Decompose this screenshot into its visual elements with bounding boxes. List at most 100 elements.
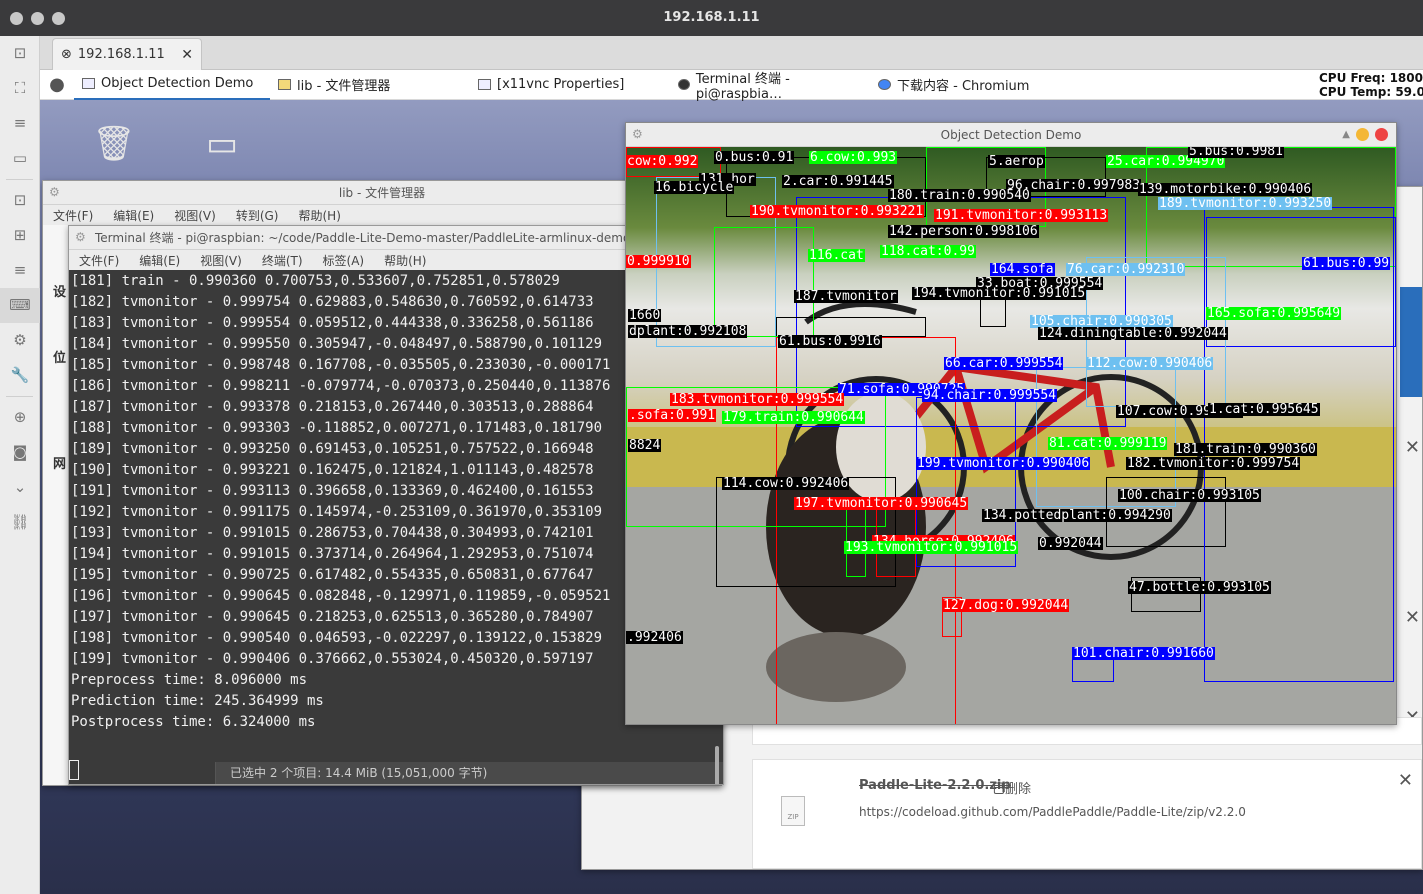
cpu-temp: CPU Temp: 59.0° <box>1319 85 1423 99</box>
gear-icon[interactable]: ⚙ <box>75 230 86 244</box>
menu-edit[interactable]: 编辑(E) <box>139 252 180 269</box>
detection-label: 0.992044 <box>1038 536 1103 551</box>
remote-desktop: ● Object Detection Demo lib - 文件管理器 [x11… <box>40 70 1423 894</box>
close-icon[interactable]: ✕ <box>1405 607 1420 628</box>
detection-label: 100.chair:0.993105 <box>1118 488 1261 503</box>
detection-label: 183.tvmonitor:0.999554 <box>670 392 845 407</box>
download-status: 已删除 <box>992 782 1032 797</box>
menu-file[interactable]: 文件(F) <box>79 252 119 269</box>
detection-label: 114.cow:0.992406 <box>722 476 850 491</box>
detection-label: 193.tvmonitor:0.991015 <box>844 540 1019 555</box>
window-icon <box>82 78 95 89</box>
raspberry-menu-icon[interactable]: ● <box>40 74 74 95</box>
task-label: [x11vnc Properties] <box>497 77 625 92</box>
fullscreen-icon[interactable]: ⛶ <box>0 71 40 106</box>
detection-label: 142.person:0.998106 <box>888 224 1039 239</box>
task-label: Object Detection Demo <box>101 76 254 91</box>
menu-edit[interactable]: 编辑(E) <box>113 207 154 224</box>
menu-terminal[interactable]: 终端(T) <box>262 252 303 269</box>
menu-help[interactable]: 帮助(H) <box>384 252 426 269</box>
detection-label: 16.bicycle <box>654 180 735 195</box>
download-url[interactable]: https://codeload.github.com/PaddlePaddle… <box>859 805 1246 819</box>
download-file-name[interactable]: Paddle-Lite-2.2.0.zip <box>859 778 1011 793</box>
task-label: Terminal 终端 - pi@raspbia… <box>695 71 790 102</box>
object-detection-window: ⚙ Object Detection Demo ▲ cow:0.992 0.bus:… <box>625 122 1397 725</box>
detection-label: 194.tvmonitor:0.991015 <box>912 286 1087 301</box>
new-window-icon[interactable]: ⊕ <box>0 400 40 435</box>
bounding-box <box>716 477 896 587</box>
task-terminal[interactable]: Terminal 终端 - pi@raspbia… <box>670 70 870 102</box>
shade-icon[interactable]: ▲ <box>1342 129 1350 140</box>
window-title: lib - 文件管理器 <box>338 186 426 200</box>
download-close-icon[interactable]: ✕ <box>1398 770 1413 791</box>
task-chromium[interactable]: 下载内容 - Chromium <box>870 70 1070 100</box>
detection-label: 5.aerop <box>988 154 1045 169</box>
detection-label: 181.train:0.990360 <box>1174 442 1317 457</box>
minimize-button[interactable] <box>1356 128 1369 141</box>
fit-icon[interactable]: ⊞ <box>0 218 40 253</box>
detection-label: 2.car:0.991445 <box>782 174 894 189</box>
task-label: 下载内容 - Chromium <box>897 79 1030 94</box>
detection-label: 5.bus:0.9981 <box>1188 147 1284 159</box>
menu-view[interactable]: 视图(V) <box>174 207 216 224</box>
sidebar-divider <box>6 179 33 180</box>
detection-label: 61.bus:0.99 <box>1302 256 1391 271</box>
settings-icon[interactable]: ⚙ <box>0 323 40 358</box>
scale-icon[interactable]: ⊡ <box>0 36 40 71</box>
menu-help[interactable]: 帮助(H) <box>298 207 340 224</box>
detection-label: 94.chair:0.999554 <box>922 388 1058 403</box>
places-heading: 网 <box>53 457 67 472</box>
menu-go[interactable]: 转到(G) <box>236 207 279 224</box>
detection-label: 81.cat:0.999119 <box>1048 436 1168 451</box>
detection-label: 8824 <box>628 438 662 453</box>
detection-label: 6.cow:0.993 <box>809 150 898 165</box>
menu-file[interactable]: 文件(F) <box>53 207 93 224</box>
lxde-taskbar: ● Object Detection Demo lib - 文件管理器 [x11… <box>40 70 1423 102</box>
detection-label: 61.bus:0.9916 <box>778 334 882 349</box>
detection-label: dplant:0.992108 <box>628 324 748 339</box>
trash-icon[interactable]: 🗑 <box>90 124 138 164</box>
sidebar-divider <box>6 396 33 397</box>
detection-label: 164.sofa <box>990 262 1055 277</box>
connect-icon[interactable]: ⊡ <box>0 183 40 218</box>
wrench-icon[interactable]: 🔧 <box>0 358 40 393</box>
menu-icon[interactable]: ≡ <box>0 106 40 141</box>
detection-label: 1660 <box>628 308 662 323</box>
window-title: Terminal 终端 - pi@raspbian: ~/code/Paddle… <box>95 231 650 245</box>
camera-icon[interactable]: ◙ <box>0 435 40 470</box>
detection-label: 182.tvmonitor:0.999754 <box>1126 456 1301 471</box>
detection-label: 112.cow:0.990406 <box>1086 356 1214 371</box>
vnc-tab[interactable]: ⊗ 192.168.1.11 ✕ <box>52 38 202 70</box>
list-icon[interactable]: ≡ <box>0 253 40 288</box>
keyboard-icon[interactable]: ⌨ <box>0 288 40 323</box>
menu-view[interactable]: 视图(V) <box>200 252 242 269</box>
drive-icon[interactable]: ▭ <box>198 124 246 164</box>
detection-label: 139.motorbike:0.990406 <box>1138 182 1313 197</box>
gear-icon[interactable]: ⚙ <box>632 127 643 141</box>
task-x11vnc[interactable]: [x11vnc Properties] <box>470 70 670 100</box>
task-file-manager[interactable]: lib - 文件管理器 <box>270 70 470 100</box>
disconnect-icon[interactable]: ⛓ <box>0 505 40 540</box>
close-button[interactable] <box>1375 128 1388 141</box>
terminal-scrollbar[interactable] <box>715 746 719 784</box>
close-icon[interactable]: ✕ <box>1405 437 1420 458</box>
cpu-monitor: CPU Freq: 1800.4CPU Temp: 59.0° <box>1319 71 1423 99</box>
bounding-box <box>714 227 814 337</box>
chevron-down-icon[interactable]: ⌄ <box>0 470 40 505</box>
gear-icon[interactable]: ⚙ <box>49 185 60 199</box>
side-button[interactable] <box>1400 287 1422 397</box>
terminal-icon <box>678 79 690 90</box>
vnc-sidebar: ⊡ ⛶ ≡ ▭ ⊡ ⊞ ≡ ⌨ ⚙ 🔧 ⊕ ◙ ⌄ ⛓ <box>0 36 40 894</box>
window-icon[interactable]: ▭ <box>0 141 40 176</box>
detection-label: 199.tvmonitor:0.990406 <box>916 456 1091 471</box>
detection-label: 124.diningtable:0.992044 <box>1038 326 1228 341</box>
menu-tabs[interactable]: 标签(A) <box>323 252 365 269</box>
detection-label: cow:0.992 <box>626 154 699 169</box>
task-object-detection[interactable]: Object Detection Demo <box>74 70 270 100</box>
tab-close-icon[interactable]: ✕ <box>181 47 193 63</box>
folder-icon <box>278 79 291 90</box>
file-manager-status: 已选中 2 个项目: 14.4 MiB (15,051,000 字节) <box>215 762 723 784</box>
cpu-freq: CPU Freq: 1800.4 <box>1319 71 1423 85</box>
detection-image: cow:0.992 0.bus:0.91 6.cow:0.993 5.aerop 25.… <box>626 147 1396 724</box>
detection-label: 0.bus:0.91 <box>714 150 795 165</box>
